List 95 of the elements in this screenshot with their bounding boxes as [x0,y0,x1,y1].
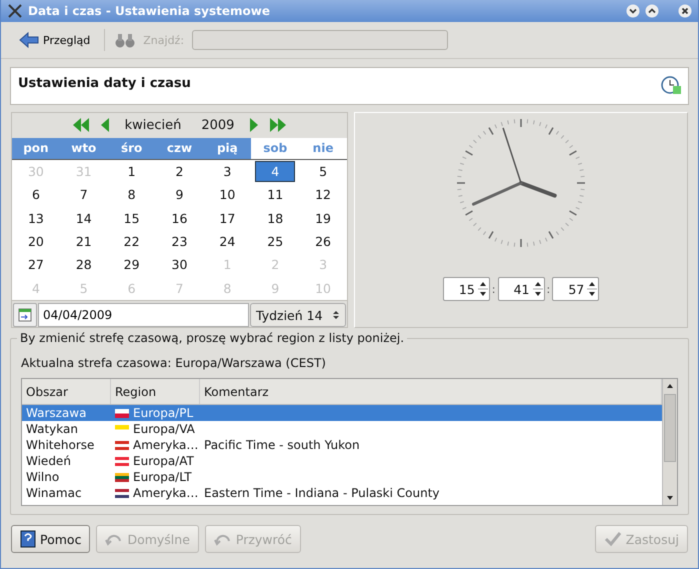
timezone-row[interactable]: Watykan Europa/VA [22,421,662,437]
calendar-day[interactable]: 22 [108,230,156,254]
calendar-day[interactable]: 28 [60,253,108,277]
next-month-icon[interactable] [248,117,260,134]
timezone-row[interactable]: Wiedeń Europa/AT [22,453,662,469]
calendar-day[interactable]: 7 [60,183,108,206]
flag-icon [115,440,129,450]
calendar-day[interactable]: 6 [12,183,60,206]
previous-year-icon[interactable] [70,117,91,134]
calendar-day[interactable]: 17 [203,206,252,230]
tools-icon [7,3,23,19]
calendar-day[interactable]: 9 [156,183,204,206]
next-year-icon[interactable] [268,117,288,134]
timezone-row[interactable]: Whitehorse Ameryka… Pacific Time - south Yukon [22,437,662,453]
calendar-day[interactable]: 3 [203,160,252,184]
group-title: By zmienić strefę czasową, proszę wybrać region z listy poniżej. [17,331,408,345]
table-cell-text: Wiedeń [25,454,72,468]
spin-arrows-icon[interactable] [332,309,340,321]
table-cell: Europa/AT [133,454,194,468]
table-cell-text: Warszawa [25,406,88,420]
page-title: Ustawienia daty i czasu [18,75,191,91]
hour-spinbox[interactable]: 15 [442,277,490,301]
calendar-day[interactable]: 26 [299,230,347,254]
weekday-header: śro [108,138,156,160]
calendar-day[interactable]: 25 [251,230,300,254]
minute-spinbox[interactable]: 41 [498,277,544,301]
time-separator: : [546,282,550,296]
timezone-row[interactable]: Wilno Europa/LT [22,469,662,485]
calendar-day[interactable]: 5 [299,160,347,184]
today-button[interactable] [13,303,37,327]
dialog-button[interactable]: Pomoc [11,525,90,553]
table-cell: Ameryka… [133,438,198,452]
maximize-icon[interactable] [645,4,659,18]
table-cell-text: Eastern Time - Indiana - Pulaski County [203,486,440,500]
calendar-day[interactable]: 10 [203,183,252,206]
weekday-header: czw [156,138,204,160]
binoculars-icon [115,31,136,49]
calendar-day[interactable]: 29 [108,253,156,277]
column-header[interactable]: Region [111,379,200,404]
scrollbar[interactable] [662,379,677,505]
calendar-day[interactable]: 1 [108,160,156,184]
table-cell-text: Winamac [25,486,83,500]
table-cell: Europa/LT [133,470,192,484]
close-icon[interactable] [678,4,692,18]
timezone-row[interactable]: Winamac Ameryka… Eastern Time - Indiana - Pulaski County [22,485,662,501]
calendar-day[interactable]: 16 [156,206,204,230]
window-title: Data i czas - Ustawienia systemowe [28,4,270,18]
calendar-day[interactable]: 23 [156,230,204,254]
week-spinbox[interactable]: Tydzień 14 [250,303,346,327]
back-arrow-icon [19,31,39,49]
weekday-header: pon [12,138,60,160]
year-selector[interactable]: 2009 [195,118,240,133]
help-icon [20,530,36,548]
calendar-day[interactable]: 11 [251,183,300,206]
time-separator: : [492,282,496,296]
calendar-day[interactable]: 30 [156,253,204,277]
date-field[interactable]: 04/04/2009 [38,303,249,327]
calendar-day[interactable]: 21 [60,230,108,254]
weekday-header: pią [203,138,252,160]
table-cell: Ameryka… [133,486,198,500]
table-cell-text: Pacific Time - south Yukon [203,438,360,452]
table-cell-text: Wilno [25,470,60,484]
calendar-day[interactable]: 14 [60,206,108,230]
flag-icon [115,408,129,418]
month-selector[interactable]: kwiecień [118,118,188,133]
checkmark-icon [604,531,622,547]
second-spinbox[interactable]: 57 [552,277,600,301]
minimize-icon[interactable] [626,4,640,18]
search-label: Znajdź: [143,34,184,46]
calendar-day[interactable]: 13 [12,206,60,230]
calendar-day[interactable]: 4 [255,160,296,182]
calendar-day[interactable]: 20 [12,230,60,254]
flag-icon [115,472,129,482]
calendar-day[interactable]: 27 [12,253,60,277]
calendar-day[interactable]: 18 [251,206,300,230]
previous-month-icon[interactable] [98,117,111,134]
clock-icon [660,74,682,96]
calendar-day[interactable]: 12 [299,183,347,206]
calendar-icon [18,308,32,322]
calendar-day[interactable]: 15 [108,206,156,230]
calendar-day[interactable]: 24 [203,230,252,254]
weekday-header: wto [60,138,108,160]
back-button[interactable]: Przegląd [15,29,94,51]
table-cell-text: Watykan [25,422,79,436]
column-header[interactable]: Obszar [22,379,111,404]
current-timezone: Aktualna strefa czasowa: Europa/Warszawa (CEST) [21,356,327,370]
calendar-day[interactable]: 8 [108,183,156,206]
flag-icon [115,456,129,466]
table-cell-text: Whitehorse [25,438,96,452]
flag-icon [115,488,129,498]
timezone-row[interactable]: Warszawa Europa/PL [22,405,662,421]
calendar-day[interactable]: 19 [299,206,347,230]
table-cell: Europa/PL [133,406,194,420]
calendar-day[interactable]: 2 [156,160,204,184]
table-cell: Europa/VA [133,422,195,436]
